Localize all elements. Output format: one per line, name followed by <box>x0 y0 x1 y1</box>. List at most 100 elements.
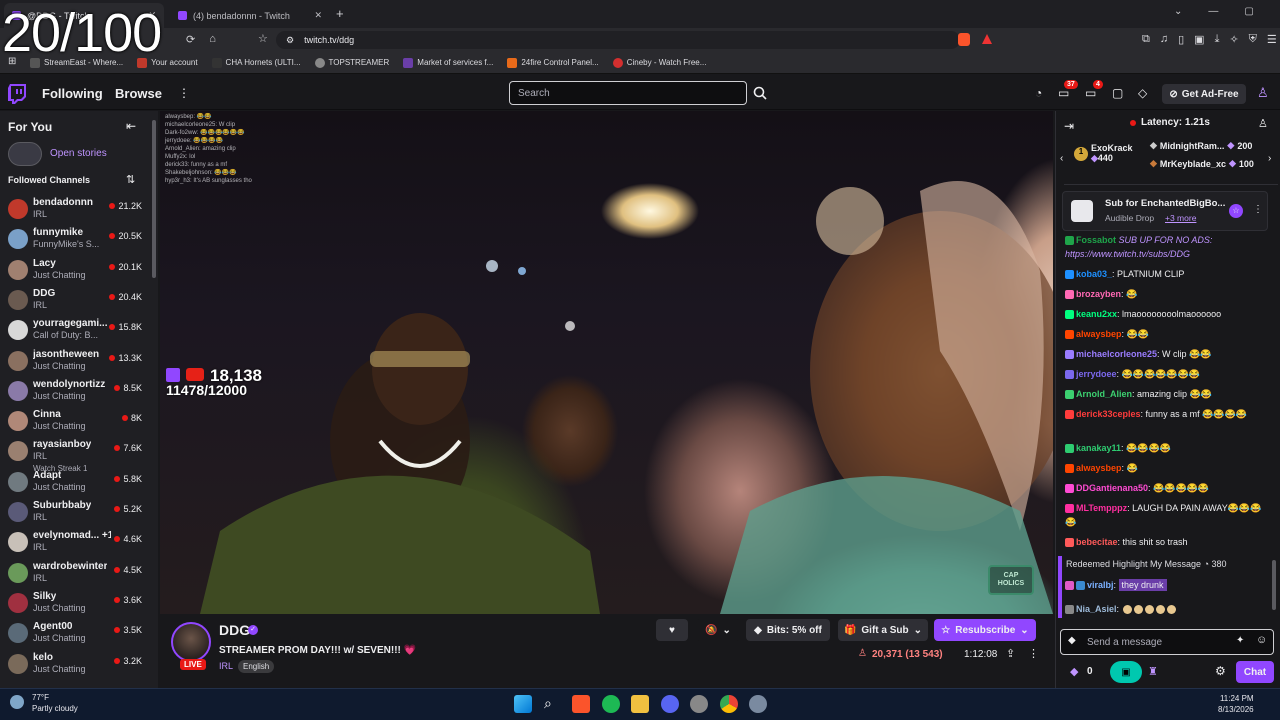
resubscribe-button[interactable]: ☆ Resubscribe ⌄ <box>934 619 1036 641</box>
obs-icon[interactable] <box>690 695 708 713</box>
sidebar-channel-14[interactable]: Agent00 Just Chatting 3.5K <box>0 619 152 649</box>
chat-username[interactable]: Fossabot <box>1076 235 1116 245</box>
user-avatar-icon[interactable]: ♙ <box>1257 85 1269 101</box>
site-info-icon[interactable]: ⚙ <box>286 35 294 46</box>
chat-username[interactable]: michaelcorleone25 <box>1076 349 1157 359</box>
drops-icon[interactable]: ◔ <box>1035 86 1042 100</box>
sidebar-channel-12[interactable]: wardrobewinter IRL 4.5K <box>0 559 152 589</box>
download-icon[interactable]: ⤓ <box>1215 33 1220 46</box>
search-button[interactable] <box>749 81 771 105</box>
tab-bendadonnn[interactable]: (4) bendadonnn - Twitch ✕ <box>170 3 330 28</box>
channel-avatar[interactable] <box>171 622 211 662</box>
chat-username[interactable]: Arnold_Alien <box>1076 389 1132 399</box>
channel-name[interactable]: DDG <box>219 622 250 638</box>
sidebar-channel-4[interactable]: yourragegami... Call of Duty: B... 15.8K <box>0 316 152 346</box>
chat-username[interactable]: bebecitae <box>1076 537 1118 547</box>
chat-username[interactable]: Nia_Asiel <box>1076 604 1117 614</box>
sidebar-channel-10[interactable]: Suburbbaby IRL 5.2K <box>0 498 152 528</box>
twitch-logo-icon[interactable] <box>8 84 26 104</box>
pinned-sub-banner[interactable]: Sub for EnchantedBigBo... Audible Drop +… <box>1062 191 1268 231</box>
close-tab-icon[interactable]: ✕ <box>314 10 322 21</box>
leaderboard-next-icon[interactable]: › <box>1268 153 1271 164</box>
ai-icon[interactable]: ✧ <box>1229 33 1238 46</box>
home-icon[interactable]: ⌂ <box>209 33 216 46</box>
nav-browse[interactable]: Browse <box>115 86 162 101</box>
sidebar-channel-3[interactable]: DDG IRL 20.4K <box>0 286 152 316</box>
smiley-icon[interactable]: ☺ <box>1256 634 1267 646</box>
bits-crown-icon[interactable]: ◇ <box>1138 86 1147 100</box>
claim-bonus-button[interactable]: ▣ <box>1110 661 1142 683</box>
discord-icon[interactable] <box>661 695 679 713</box>
menu-icon[interactable]: ☰ <box>1267 33 1277 46</box>
chat-username[interactable]: keanu2xx <box>1076 309 1117 319</box>
gifter-2[interactable]: ◆ MidnightRam... ◆ 200 <box>1150 140 1252 151</box>
gifter-top[interactable]: 1 ExoKrack ◆440 <box>1074 143 1133 164</box>
start-menu-icon[interactable] <box>514 695 532 713</box>
chat-username[interactable]: alwaysbep <box>1076 463 1122 473</box>
leaderboard-prev-icon[interactable]: ‹ <box>1060 153 1063 164</box>
bookmark-icon[interactable]: ☆ <box>258 32 268 45</box>
extensions-icon[interactable]: ⧉ <box>1142 33 1150 46</box>
minimize-icon[interactable]: — <box>1208 6 1218 17</box>
brave-shields-icon[interactable] <box>958 33 970 46</box>
search-input[interactable]: Search <box>509 81 747 105</box>
bookmark-topstreamer[interactable]: TOPSTREAMER <box>314 57 389 68</box>
chat-scrollbar[interactable] <box>1272 560 1276 610</box>
sidebar-channel-5[interactable]: jasontheween Just Chatting 13.3K <box>0 347 152 377</box>
predictions-icon[interactable]: ♜ <box>1148 665 1158 678</box>
star-icon[interactable]: ☆ <box>1229 204 1243 218</box>
sidebar-scrollbar[interactable] <box>152 120 156 278</box>
sidebar-icon[interactable]: ▯ <box>1178 33 1184 46</box>
sort-icon[interactable]: ⇅ <box>126 173 135 186</box>
brave-browser-icon[interactable] <box>572 695 590 713</box>
collapse-chat-icon[interactable]: ⇥ <box>1064 119 1074 133</box>
chat-send-button[interactable]: Chat <box>1236 661 1274 683</box>
chat-username[interactable]: derick33ceples <box>1076 409 1141 419</box>
sidebar-channel-15[interactable]: kelo Just Chatting 3.2K <box>0 650 152 680</box>
stream-category[interactable]: IRL <box>219 661 233 671</box>
spotify-icon[interactable] <box>602 695 620 713</box>
chat-username[interactable]: alwaysbep <box>1076 329 1122 339</box>
bookmark-hornets[interactable]: CHA Hornets (ULTI... <box>211 57 301 68</box>
sidebar-channel-13[interactable]: Silky Just Chatting 3.6K <box>0 589 152 619</box>
weather-widget[interactable]: 77°F Partly cloudy <box>10 692 78 714</box>
sidebar-channel-0[interactable]: bendadonnn IRL 21.2K <box>0 195 152 225</box>
sidebar-channel-2[interactable]: Lacy Just Chatting 20.1K <box>0 256 152 286</box>
chat-username[interactable]: DDGantienana50 <box>1076 483 1148 493</box>
more-menu-icon[interactable]: ⋮ <box>178 86 190 100</box>
bookmark-market[interactable]: Market of services f... <box>403 57 493 68</box>
wallet-icon[interactable]: ▣ <box>1194 33 1204 46</box>
gifter-3[interactable]: ◆ MrKeyblade_xc ◆ 100 <box>1150 158 1254 169</box>
get-ad-free-button[interactable]: ⊘ Get Ad-Free <box>1162 84 1246 104</box>
more-options-icon[interactable]: ⋮ <box>1028 647 1039 660</box>
bits-cheer-icon[interactable]: ◆ <box>1068 635 1076 646</box>
share-icon[interactable]: ⇪ <box>1006 647 1015 660</box>
pinned-options-icon[interactable]: ⋮ <box>1253 204 1263 215</box>
stories-avatars[interactable] <box>8 142 42 166</box>
language-tag[interactable]: English <box>238 660 275 673</box>
brave-rewards-icon[interactable] <box>982 34 992 44</box>
open-stories-link[interactable]: Open stories <box>50 148 107 159</box>
music-icon[interactable]: ♫ <box>1160 33 1168 46</box>
sidebar-channel-11[interactable]: evelynomad... +1 IRL 4.6K <box>0 528 152 558</box>
sidebar-channel-6[interactable]: wendolynortizz Just Chatting 8.5K <box>0 377 152 407</box>
settings-icon[interactable] <box>749 695 767 713</box>
chat-username[interactable]: brozayben <box>1076 289 1121 299</box>
gift-sub-button[interactable]: 🎁 Gift a Sub ⌄ <box>838 619 928 641</box>
community-icon[interactable]: ♙ <box>1258 117 1268 130</box>
url-field[interactable]: ⚙ twitch.tv/ddg <box>276 31 960 49</box>
sidebar-channel-7[interactable]: Cinna Just Chatting 8K <box>0 407 152 437</box>
channel-points-icon[interactable]: ◆ <box>1070 665 1078 678</box>
collapse-sidebar-icon[interactable]: ⇤ <box>126 119 136 133</box>
file-explorer-icon[interactable] <box>631 695 649 713</box>
system-clock[interactable]: 11:24 PM 8/13/2026 <box>1218 693 1254 715</box>
bookmark-24fire[interactable]: 24fire Control Panel... <box>507 57 599 68</box>
tab-list-icon[interactable]: ⌄ <box>1174 6 1182 17</box>
notifications-bell-button[interactable]: 🔕 ⌄ <box>696 619 740 641</box>
sidebar-channel-1[interactable]: funnymike FunnyMike's S... 20.5K <box>0 225 152 255</box>
chrome-icon[interactable] <box>720 695 738 713</box>
bookmark-cineby[interactable]: Cineby - Watch Free... <box>612 57 706 68</box>
bits-button[interactable]: ◆ Bits: 5% off <box>746 619 830 641</box>
chat-username[interactable]: jerrydoee <box>1076 369 1117 379</box>
chat-username[interactable]: koba03_ <box>1076 269 1112 279</box>
